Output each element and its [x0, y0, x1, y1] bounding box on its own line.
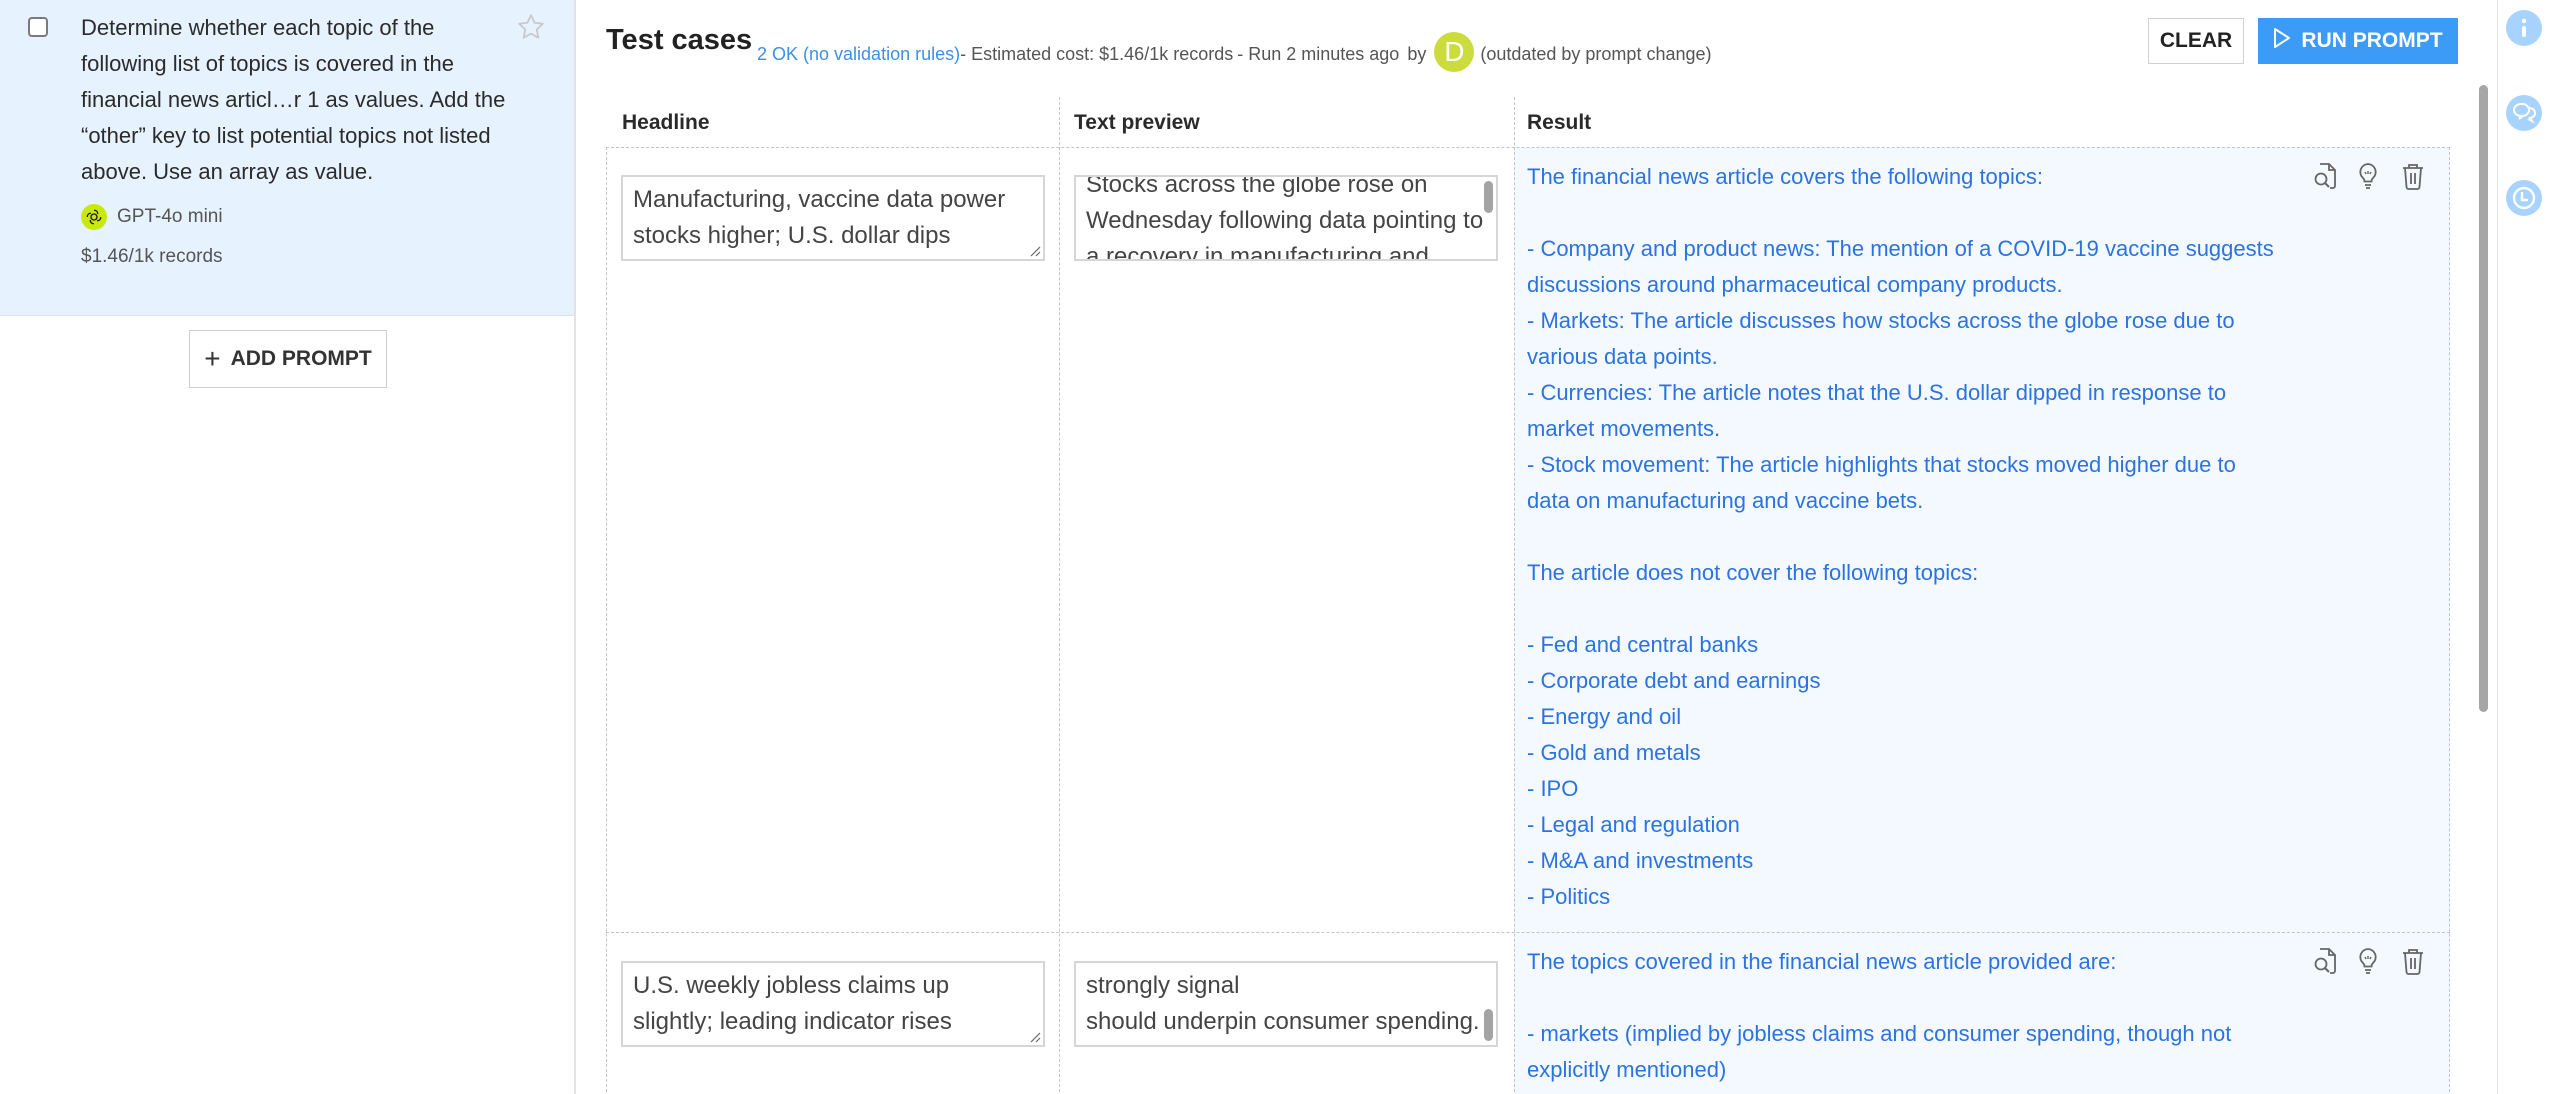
headline-value: U.S. weekly jobless claims up slightly; … [633, 972, 952, 1035]
lightbulb-icon[interactable] [2356, 946, 2384, 976]
text-preview-value: strongly signal should underpin consumer… [1086, 972, 1480, 1035]
run-prompt-label: RUN PROMPT [2301, 29, 2443, 52]
page-title: Test cases [606, 24, 753, 56]
run-time: - Run 2 minutes ago [1237, 43, 1400, 64]
table-border-left [606, 147, 607, 1094]
prompt-checkbox[interactable] [28, 17, 48, 37]
run-prompt-button[interactable]: RUN PROMPT [2258, 18, 2458, 64]
info-icon[interactable] [2506, 10, 2542, 46]
table-border-right [2449, 147, 2450, 1094]
textarea-scrollbar[interactable] [1484, 1009, 1493, 1041]
ok-status-link[interactable]: 2 OK (no validation rules) [757, 44, 960, 65]
result-text: The topics covered in the financial news… [1527, 949, 2232, 1082]
history-icon[interactable] [2506, 180, 2542, 216]
resize-handle-icon[interactable] [1027, 243, 1041, 257]
trash-icon[interactable] [2400, 161, 2428, 191]
row-divider [606, 932, 2450, 933]
column-header-headline: Headline [622, 111, 710, 134]
headline-input[interactable]: U.S. weekly jobless claims up slightly; … [621, 961, 1045, 1047]
plus-icon: + [204, 343, 221, 374]
main-scrollbar-thumb[interactable] [2479, 85, 2488, 712]
estimated-cost: - Estimated cost: $1.46/1k records [960, 43, 1234, 64]
star-icon[interactable] [516, 12, 546, 42]
headline-value: Manufacturing, vaccine data power stocks… [633, 186, 1006, 249]
text-preview-value: Stocks across the globe rose on Wednesda… [1086, 175, 1484, 261]
test-cases-table: Headline Text preview Result Manufacturi… [606, 97, 2450, 1094]
column-divider [1059, 97, 1060, 1094]
model-name: GPT-4o mini [117, 206, 223, 227]
prompt-card[interactable]: Determine whether each topic of the foll… [0, 0, 574, 316]
text-preview-input[interactable]: Stocks across the globe rose on Wednesda… [1074, 175, 1498, 261]
by-label: by [1407, 43, 1427, 64]
clear-button[interactable]: CLEAR [2148, 18, 2244, 64]
result-actions [2312, 161, 2428, 191]
chat-icon[interactable] [2506, 95, 2542, 131]
text-preview-input[interactable]: strongly signal should underpin consumer… [1074, 961, 1498, 1047]
headline-input[interactable]: Manufacturing, vaccine data power stocks… [621, 175, 1045, 261]
prompt-cost: $1.46/1k records [81, 246, 223, 267]
column-header-result: Result [1527, 111, 1592, 134]
rail-divider [2497, 0, 2498, 1094]
user-avatar[interactable]: D [1434, 32, 1475, 72]
model-row: GPT-4o mini [81, 204, 223, 230]
result-text: The financial news article covers the fo… [1527, 164, 2274, 909]
prompt-text: Determine whether each topic of the foll… [81, 15, 506, 184]
outdated-note: (outdated by prompt change) [1480, 43, 1712, 64]
inspect-icon[interactable] [2312, 161, 2340, 191]
play-icon [2273, 27, 2291, 55]
prompt-panel: Determine whether each topic of the foll… [0, 0, 576, 1094]
add-prompt-button[interactable]: + ADD PROMPT [189, 330, 387, 388]
resize-handle-icon[interactable] [1027, 1029, 1041, 1043]
add-prompt-label: ADD PROMPT [230, 347, 372, 370]
column-header-text-preview: Text preview [1074, 111, 1200, 134]
inspect-icon[interactable] [2312, 946, 2340, 976]
header-divider [606, 147, 2450, 148]
column-divider [1514, 97, 1515, 1094]
trash-icon[interactable] [2400, 946, 2428, 976]
lightbulb-icon[interactable] [2356, 161, 2384, 191]
textarea-scrollbar[interactable] [1484, 181, 1493, 213]
openai-logo-icon [81, 204, 107, 230]
run-status: 2 OK (no validation rules) - Estimated c… [757, 32, 1712, 74]
result-actions [2312, 946, 2428, 976]
